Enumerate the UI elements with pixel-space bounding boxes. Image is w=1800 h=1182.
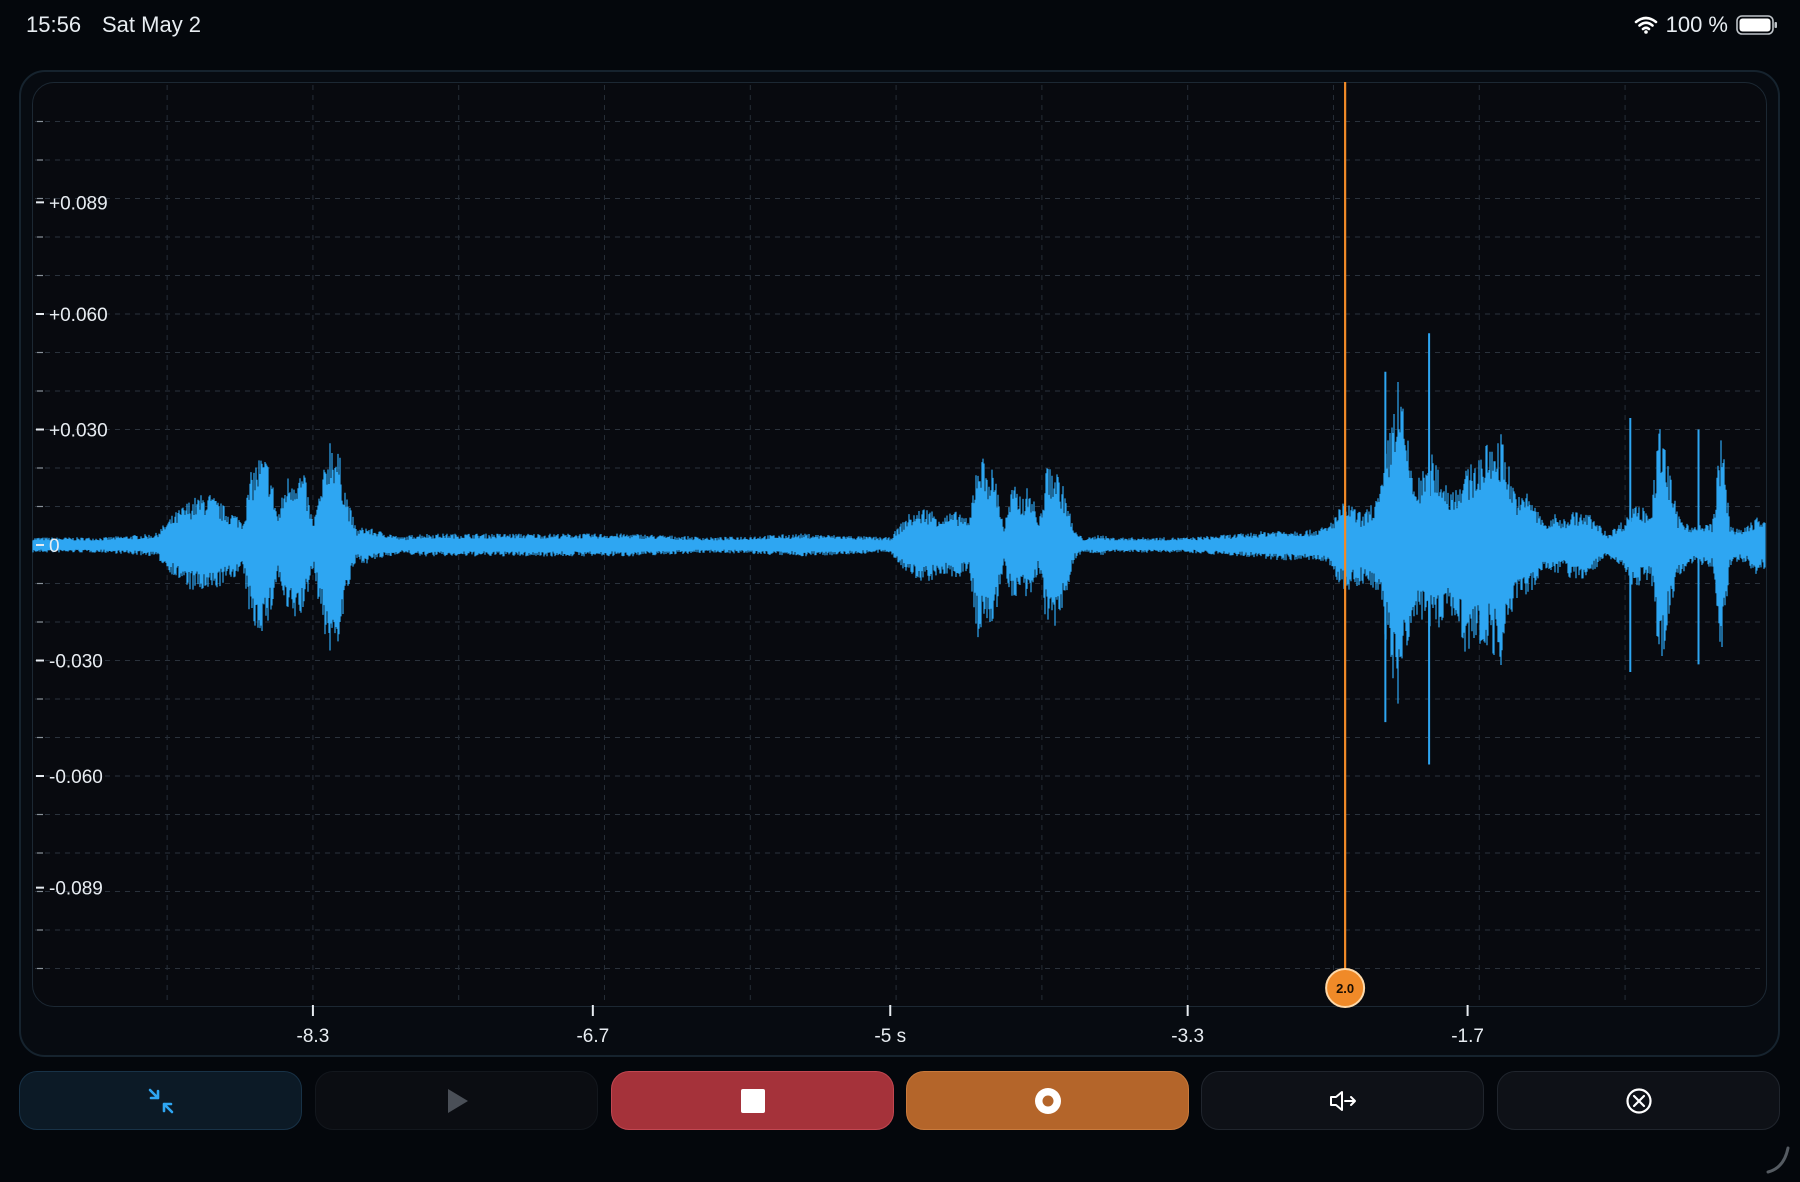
collapse-arrows-icon — [148, 1088, 173, 1113]
x-tick-label: -1.7 — [1451, 1026, 1484, 1047]
y-tick-label: +0.060 — [49, 305, 108, 326]
play-button[interactable] — [315, 1071, 598, 1130]
play-icon — [447, 1088, 468, 1113]
y-tick-label: +0.089 — [49, 193, 108, 214]
waveform-series — [32, 333, 1766, 765]
y-tick-label: -0.060 — [49, 767, 103, 788]
collapse-button[interactable] — [19, 1071, 302, 1130]
x-tick-label: -3.3 — [1171, 1026, 1204, 1047]
waveform-envelope — [32, 382, 1766, 704]
x-tick-label: -5 s — [874, 1026, 906, 1047]
y-tick-label: -0.030 — [49, 652, 103, 673]
record-icon — [1034, 1087, 1061, 1114]
y-tick-label: -0.089 — [49, 879, 103, 900]
x-axis: -8.3 -6.7 -5 s -3.3 -1.7 — [297, 1005, 1484, 1047]
record-button[interactable] — [906, 1071, 1189, 1130]
stop-button[interactable] — [611, 1071, 894, 1130]
x-tick-label: -8.3 — [297, 1026, 330, 1047]
speaker-output-icon — [1329, 1090, 1356, 1111]
y-tick-label: 0 — [49, 536, 60, 557]
waveform-chart[interactable]: +0.089 +0.060 +0.030 0 -0.030 -0.060 -0.089 -8… — [0, 0, 1800, 1060]
y-tick-label: +0.030 — [49, 421, 108, 442]
resize-handle-icon[interactable] — [1764, 1144, 1792, 1174]
stop-icon — [740, 1088, 765, 1113]
playhead-label: 2.0 — [1336, 981, 1354, 996]
speaker-output-button[interactable] — [1201, 1071, 1484, 1130]
clear-button[interactable] — [1497, 1071, 1780, 1130]
transport-controls — [19, 1071, 1780, 1132]
close-circle-icon — [1625, 1087, 1652, 1114]
x-tick-label: -6.7 — [576, 1026, 609, 1047]
